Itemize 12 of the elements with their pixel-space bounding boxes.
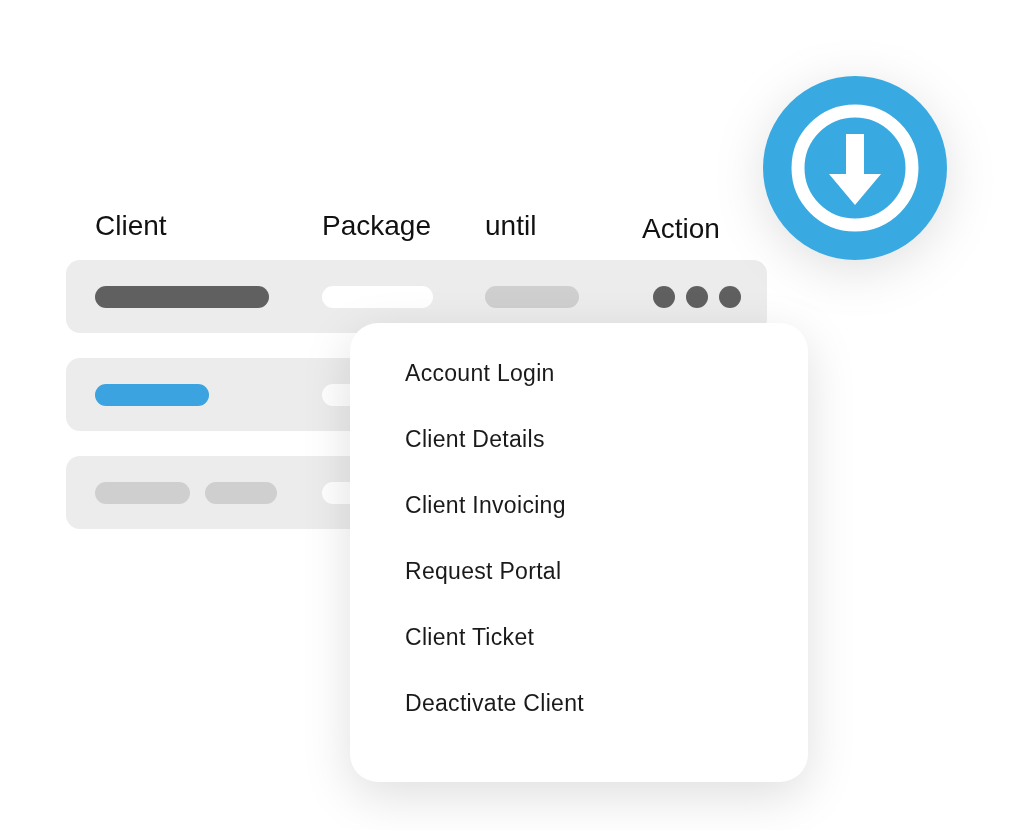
column-header: Action — [642, 213, 721, 245]
placeholder-bar — [205, 481, 277, 504]
menu-item[interactable]: Request Portal — [405, 555, 562, 588]
menu-item[interactable]: Client Details — [405, 423, 545, 456]
column-header: until — [485, 210, 538, 242]
column-header: Client — [95, 210, 168, 242]
menu-item[interactable]: Account Login — [405, 357, 555, 390]
download-icon[interactable] — [763, 76, 947, 260]
menu-item[interactable]: Deactivate Client — [405, 687, 584, 720]
column-header: Package — [322, 210, 432, 242]
menu-item[interactable]: Client Invoicing — [405, 489, 566, 522]
menu-item[interactable]: Client Ticket — [405, 621, 535, 654]
